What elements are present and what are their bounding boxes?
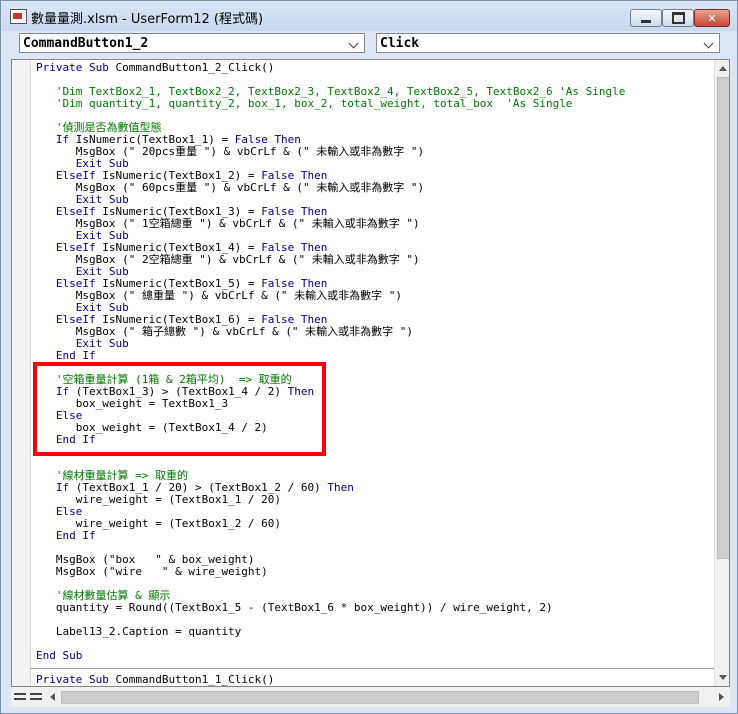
title-bar[interactable]: 數量量測.xlsm - UserForm12 (程式碼) ✕ [1,1,737,31]
vba-code-window: 數量量測.xlsm - UserForm12 (程式碼) ✕ CommandBu… [0,0,738,714]
code-line[interactable] [36,638,625,650]
code-line[interactable]: 'Dim quantity_1, quantity_2, box_1, box_… [36,98,625,110]
object-dropdown-value: CommandButton1_2 [23,36,149,51]
chevron-down-icon [703,36,715,50]
code-keyword: Private Sub [36,61,116,74]
editor-bottom-bar [11,687,730,707]
code-token: MsgBox ("wire " & wire_weight) [55,565,268,578]
margin-indicator-bar[interactable] [12,60,31,686]
code-comment: 'Dim quantity_1, quantity_2, box_1, box_… [55,97,573,110]
window-title: 數量量測.xlsm - UserForm12 (程式碼) [31,12,264,27]
code-line[interactable]: wire_weight = (TextBox1_2 / 60) [36,518,625,530]
code-line[interactable]: Private Sub CommandButton1_1_Click() [36,674,625,686]
horizontal-scroll-thumb[interactable] [61,691,699,704]
chevron-down-icon [348,36,360,50]
procedure-view-button[interactable] [13,690,27,703]
code-keyword: End Sub [36,649,83,662]
code-line[interactable]: Private Sub CommandButton1_2_Click() [36,62,625,74]
procedure-dropdown-value: Click [380,36,420,51]
code-keyword: End If [55,349,96,362]
close-button[interactable]: ✕ [694,9,730,27]
horizontal-scrollbar[interactable] [45,689,729,705]
code-keyword: Private Sub [36,673,116,686]
full-module-view-button[interactable] [29,690,43,703]
procedure-separator [30,668,714,669]
code-keyword: End If [55,529,96,542]
procedure-dropdown[interactable]: Click [376,33,720,53]
minimize-icon [631,10,661,26]
close-icon: ✕ [707,11,717,25]
scroll-right-button[interactable] [713,689,729,705]
code-line[interactable]: End If [36,530,625,542]
code-line[interactable]: quantity = Round((TextBox1_5 - (TextBox1… [36,602,625,614]
scroll-up-button[interactable] [715,60,729,77]
code-token: CommandButton1_2_Click() [115,61,275,74]
code-line[interactable]: End If [36,350,625,362]
maximize-icon [663,10,693,26]
arrow-right-icon [719,693,724,701]
vba-module-icon [10,9,27,24]
code-token: Label13_2.Caption = quantity [55,625,242,638]
vertical-scrollbar[interactable] [714,60,729,686]
code-token: wire_weight = (TextBox1_2 / 60) [75,517,282,530]
red-highlight-box [33,362,326,456]
code-token: CommandButton1_1_Click() [115,673,275,686]
arrow-left-icon [50,693,55,701]
object-dropdown[interactable]: CommandButton1_2 [19,33,365,53]
code-line[interactable]: Exit Sub [36,338,625,350]
vertical-scroll-thumb[interactable] [717,77,729,559]
minimize-button[interactable] [630,9,662,27]
scroll-down-button[interactable] [715,669,729,686]
code-line[interactable]: wire_weight = (TextBox1_1 / 20) [36,494,625,506]
arrow-down-icon [719,675,727,680]
code-line[interactable]: MsgBox ("wire " & wire_weight) [36,566,625,578]
code-line[interactable]: End Sub [36,650,625,662]
code-line[interactable]: Label13_2.Caption = quantity [36,626,625,638]
maximize-button[interactable] [662,9,694,27]
code-token: quantity = Round((TextBox1_5 - (TextBox1… [55,601,553,614]
code-token: wire_weight = (TextBox1_1 / 20) [75,493,282,506]
code-keyword: Then [327,481,354,494]
arrow-up-icon [719,66,727,71]
scroll-left-button[interactable] [45,689,61,705]
